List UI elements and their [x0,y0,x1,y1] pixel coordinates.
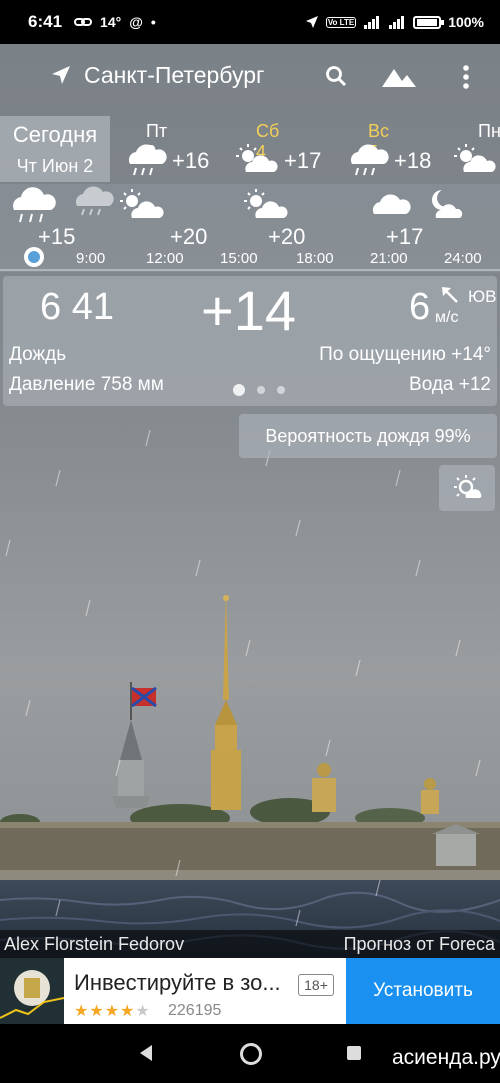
hour-time: 9:00 [76,250,106,267]
status-bar: 6:41 14° @ • Vo LTE 100% [0,0,500,44]
cloud-rain-icon [13,187,56,223]
install-button[interactable]: Установить [346,958,500,1024]
forecast-provider[interactable]: Прогноз от Foreca [344,934,495,955]
system-nav-bar: асиенда.ру [0,1024,500,1083]
wind-speed: 6 [409,286,431,328]
signal-icon [364,16,380,29]
cloud-rain-icon [350,144,389,176]
dot-icon: • [150,14,156,30]
today-label: Сегодня [12,122,98,147]
recents-icon[interactable] [347,1046,361,1060]
feels-like-text: По ощущению +14° [319,344,491,365]
location-status-icon [305,16,318,28]
age-rating-badge: 18+ [298,974,334,996]
hour-time: 18:00 [296,250,334,267]
pressure-text: Давление 758 мм [9,374,164,395]
link-icon [74,18,93,26]
volte-icon: Vo LTE [325,16,357,28]
cloud-rain-icon [128,144,167,176]
current-weather-card[interactable]: 6 41 +14 6 м/с ЮВ Дождь По ощущению +14°… [3,276,497,406]
hourly-forecast[interactable]: +15 +20 +20 +17 9:00 12:00 15:00 18:00 2… [0,184,500,272]
search-icon[interactable] [324,64,348,88]
photo-author[interactable]: Alex Florstein Fedorov [4,934,184,955]
landscape-icon[interactable] [380,63,418,89]
app-bar: Санкт-Петербург [0,44,500,110]
sun-cloud-icon [454,144,496,172]
wind-unit: м/с [435,309,459,326]
wind-direction-icon [442,287,458,303]
hour-temp: +15 [38,224,76,249]
sun-weather-button[interactable] [439,465,495,511]
back-icon[interactable] [138,1044,154,1062]
photo-credits: Alex Florstein Fedorov Прогноз от Foreca [0,930,500,958]
hourly-divider [0,269,500,271]
day-temp: +17 [284,148,322,173]
moon-cloud-icon [432,190,463,218]
signal-icon-2 [389,16,405,29]
day-temp: +18 [394,148,432,173]
hour-time: 24:00 [444,250,482,267]
at-icon: @ [129,14,143,30]
cloud-icon [372,194,411,214]
water-temp-text: Вода +12 [409,374,491,395]
battery-percent: 100% [448,14,484,30]
status-temp: 14° [100,14,122,30]
city-name[interactable]: Санкт-Петербург [84,62,264,89]
ad-title: Инвестируйте в зо... [74,970,281,995]
current-time: 6 41 [40,286,114,328]
battery-icon [413,15,445,29]
hour-time: 12:00 [146,250,184,267]
watermark-text: асиенда.ру [392,1046,500,1069]
current-hour-marker [24,247,44,267]
hour-time: 21:00 [370,250,408,267]
more-vert-icon[interactable] [456,64,476,90]
hour-temp: +17 [386,224,424,249]
day-temp: +16 [172,148,210,173]
rain-probability-badge[interactable]: Вероятность дождя 99% [239,414,497,458]
sun-cloud-toggle-icon [454,475,482,498]
daily-forecast: Сегодня Чт Июн 2 Пт 3 +16 Сб 4 +17 Вс 5 … [0,114,500,184]
page-dot-active [233,384,245,396]
day-name: Пн [478,121,500,141]
sun-cloud-icon [244,189,288,218]
sun-cloud-icon [236,144,278,172]
cloud-rain-icon [75,186,114,216]
page-indicator [233,384,285,396]
hour-temp: +20 [170,224,208,249]
home-icon[interactable] [240,1043,262,1065]
location-arrow-icon[interactable] [50,64,72,86]
ad-banner[interactable]: Инвестируйте в зо... 18+ ★★★★★ 226195 Ус… [0,958,500,1024]
hour-time: 15:00 [220,250,258,267]
page-dot [257,386,265,394]
hour-temp: +20 [268,224,306,249]
day-today[interactable]: Сегодня Чт Июн 2 [0,116,110,182]
status-time: 6:41 [28,12,63,31]
sun-cloud-icon [120,189,164,218]
page-dot [277,386,285,394]
condition-text: Дождь [9,344,67,365]
current-temp: +14 [201,279,296,342]
ad-app-logo [0,958,64,1024]
review-count: 226195 [168,1002,222,1019]
today-date: Чт Июн 2 [16,156,94,176]
wind-direction: ЮВ [468,287,497,306]
rating-stars: ★★★★★ [74,1003,151,1020]
